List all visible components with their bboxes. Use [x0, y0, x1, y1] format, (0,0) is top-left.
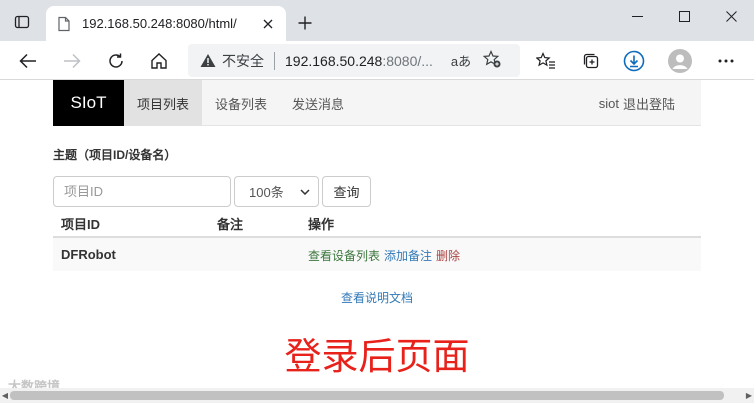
favorites-button[interactable]	[530, 45, 562, 77]
address-bar[interactable]: 不安全 192.168.50.248:8080/... aあ	[188, 44, 520, 77]
delete-link[interactable]: 删除	[436, 249, 460, 263]
browser-toolbar: 不安全 192.168.50.248:8080/... aあ	[0, 41, 754, 80]
view-docs-link[interactable]: 查看说明文档	[0, 289, 754, 306]
avatar-icon	[668, 49, 692, 73]
brand-logo[interactable]: SIoT	[53, 80, 124, 126]
caption-text: 登录后页面	[284, 336, 470, 377]
maximize-button[interactable]	[661, 0, 707, 32]
forward-button[interactable]	[56, 45, 88, 77]
query-button[interactable]: 查询	[322, 176, 371, 207]
close-tab-icon[interactable]	[260, 16, 276, 32]
project-table: 项目ID 备注 操作 DFRobot 查看设备列表 添加备注 删除	[53, 210, 701, 271]
arrow-right-icon	[64, 53, 81, 69]
settings-menu-button[interactable]	[710, 45, 742, 77]
scroll-right-icon[interactable]: ▶	[744, 388, 754, 403]
logout-link[interactable]: 退出登陆	[623, 94, 675, 113]
top-navbar: SIoT 项目列表 设备列表 发送消息 siot 退出登陆	[53, 80, 701, 126]
column-header-actions: 操作	[308, 217, 335, 232]
home-icon	[151, 53, 167, 69]
url-rest: :8080/...	[382, 52, 433, 69]
cell-actions: 查看设备列表 添加备注 删除	[308, 247, 464, 264]
nav-user-area: siot 退出登陆	[599, 80, 675, 126]
horizontal-scrollbar[interactable]: ◀ ▶	[0, 388, 754, 403]
page-content: SIoT 项目列表 设备列表 发送消息 siot 退出登陆 主题（项目ID/设备…	[0, 80, 754, 394]
minimize-icon	[631, 15, 643, 17]
view-devices-link[interactable]: 查看设备列表	[308, 249, 380, 263]
minimize-button[interactable]	[614, 0, 660, 32]
tab-strip: 192.168.50.248:8080/html/	[0, 0, 754, 41]
username: siot	[598, 95, 619, 111]
scrollbar-thumb[interactable]	[10, 391, 724, 400]
tab-title: 192.168.50.248:8080/html/	[82, 16, 237, 31]
tab-actions-button[interactable]	[8, 8, 36, 36]
browser-tab[interactable]: 192.168.50.248:8080/html/	[46, 6, 286, 41]
cell-project-id: DFRobot	[61, 247, 116, 262]
collections-icon	[583, 53, 599, 69]
refresh-button[interactable]	[100, 45, 132, 77]
add-favorite-icon[interactable]	[482, 50, 501, 71]
new-tab-button[interactable]	[292, 10, 318, 36]
collections-button[interactable]	[575, 45, 607, 77]
nav-item-projects[interactable]: 项目列表	[124, 80, 203, 126]
download-icon	[623, 50, 645, 72]
page-icon	[58, 16, 70, 31]
tab-actions-icon	[14, 15, 30, 29]
warning-icon	[200, 54, 216, 67]
page-size-select[interactable]: 100条	[234, 176, 319, 207]
add-note-link[interactable]: 添加备注	[384, 249, 432, 263]
table-header: 项目ID 备注 操作	[53, 210, 701, 238]
close-icon	[725, 10, 737, 22]
arrow-left-icon	[19, 53, 36, 69]
url-host: 192.168.50.248	[285, 52, 383, 69]
section-title: 主题（项目ID/设备名）	[53, 148, 177, 162]
chevron-down-icon	[300, 188, 310, 195]
security-label[interactable]: 不安全	[222, 51, 264, 71]
read-aloud-icon[interactable]: aあ	[451, 51, 471, 70]
back-button[interactable]	[12, 45, 44, 77]
maximize-icon	[678, 10, 690, 22]
project-id-input[interactable]	[53, 176, 231, 207]
profile-button[interactable]	[664, 45, 696, 77]
scroll-left-icon[interactable]: ◀	[0, 388, 10, 403]
page-size-value: 100条	[249, 185, 284, 200]
address-divider	[274, 51, 275, 70]
table-row: DFRobot 查看设备列表 添加备注 删除	[53, 238, 701, 271]
plus-icon	[298, 16, 312, 30]
nav-item-send-message[interactable]: 发送消息	[279, 80, 357, 126]
column-header-project-id: 项目ID	[61, 217, 101, 232]
downloads-button[interactable]	[618, 45, 650, 77]
nav-item-devices[interactable]: 设备列表	[202, 80, 280, 126]
column-header-note: 备注	[217, 217, 244, 232]
favorites-list-icon	[536, 52, 555, 69]
close-window-button[interactable]	[708, 0, 754, 32]
refresh-icon	[109, 53, 123, 68]
more-options-icon	[718, 59, 734, 63]
home-button[interactable]	[143, 45, 175, 77]
